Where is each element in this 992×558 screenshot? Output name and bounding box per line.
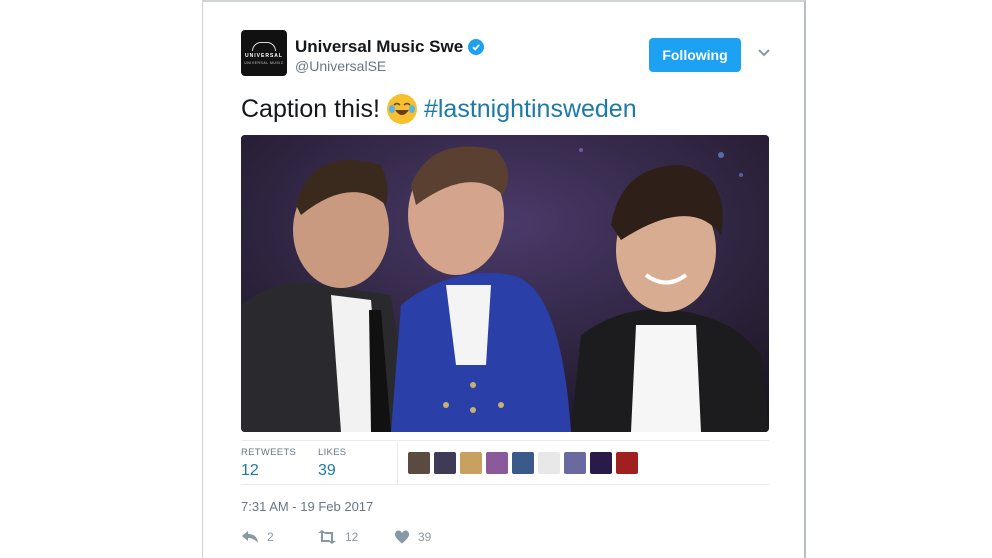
retweet-action[interactable]: 12 [317, 530, 358, 544]
reply-icon[interactable] [241, 530, 259, 544]
reply-action[interactable]: 2 [241, 530, 274, 544]
liker-avatar[interactable] [460, 452, 482, 474]
liker-avatar[interactable] [434, 452, 456, 474]
likes-stat[interactable]: LIKES 39 [318, 447, 346, 480]
tweet-photo[interactable] [241, 135, 769, 432]
likes-value[interactable]: 39 [318, 462, 346, 480]
liker-avatar[interactable] [486, 452, 508, 474]
reply-count: 2 [267, 530, 274, 544]
stats-divider-bottom [241, 484, 769, 485]
retweet-icon[interactable] [317, 530, 337, 544]
likes-label: LIKES [318, 447, 347, 458]
account-name-text[interactable]: Universal Music Swe [295, 37, 463, 57]
account-avatar[interactable]: UNIVERSAL UNIVERSAL MUSIC [241, 30, 287, 76]
stats-separator [397, 442, 398, 484]
avatar-logo-subtext: UNIVERSAL MUSIC [244, 60, 284, 65]
like-action[interactable]: 39 [394, 530, 431, 544]
likers-avatars [408, 452, 638, 474]
account-name[interactable]: Universal Music Swe [295, 37, 485, 57]
retweets-label: RETWEETS [241, 447, 297, 458]
stats-divider-top [241, 440, 769, 441]
liker-avatar[interactable] [408, 452, 430, 474]
tweet-timestamp[interactable]: 7:31 AM - 19 Feb 2017 [241, 499, 373, 514]
liker-avatar[interactable] [616, 452, 638, 474]
account-handle[interactable]: @UniversalSE [295, 58, 386, 74]
liker-avatar[interactable] [564, 452, 586, 474]
tweet-body: Caption this! [241, 94, 380, 123]
tweet-card: UNIVERSAL UNIVERSAL MUSIC Universal Musi… [202, 0, 806, 558]
liker-avatar[interactable] [512, 452, 534, 474]
face-with-tears-of-joy-icon [386, 94, 417, 124]
tweet-text: Caption this! #lastnightinsweden [241, 94, 637, 124]
retweet-count: 12 [345, 530, 359, 544]
liker-avatar[interactable] [590, 452, 612, 474]
chevron-down-icon[interactable] [756, 46, 772, 60]
avatar-logo-text: UNIVERSAL [245, 52, 283, 59]
hashtag-link[interactable]: #lastnightinsweden [424, 95, 637, 124]
following-button[interactable]: Following [649, 38, 741, 72]
heart-icon[interactable] [394, 530, 410, 544]
globe-arc-icon [252, 41, 276, 51]
like-count: 39 [418, 530, 432, 544]
retweets-value[interactable]: 12 [241, 462, 296, 480]
retweets-stat[interactable]: RETWEETS 12 [241, 447, 296, 480]
verified-badge-icon [468, 39, 485, 55]
liker-avatar[interactable] [538, 452, 560, 474]
